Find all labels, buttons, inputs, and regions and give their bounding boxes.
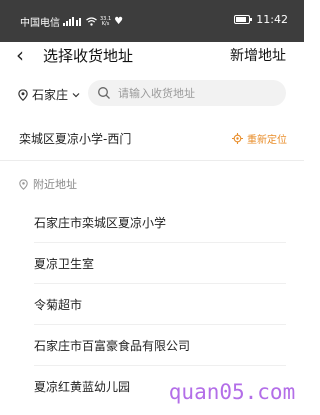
network-speed: 33.1 K/s [100, 16, 111, 27]
back-button[interactable]: ‹ [16, 44, 24, 66]
address-item-label: 石家庄市栾城区夏凉小学 [34, 215, 167, 230]
address-item[interactable]: 令菊超市 [34, 284, 286, 325]
address-item[interactable]: 夏凉卫生室 [34, 243, 286, 284]
location-pin-icon [18, 88, 28, 101]
search-input[interactable] [116, 85, 280, 101]
divider [0, 160, 304, 161]
battery-icon [234, 15, 253, 24]
address-item[interactable]: 石家庄市百富豪食品有限公司 [34, 325, 286, 366]
nav-header: ‹ 选择收货地址 新增地址 [0, 42, 304, 70]
address-item-label: 夏凉卫生室 [34, 256, 95, 271]
search-icon [98, 87, 110, 99]
watermark: quan05.com [160, 368, 304, 415]
clock-time: 11:42 [256, 13, 288, 26]
relocate-label: 重新定位 [247, 135, 287, 146]
address-item-label: 夏凉红黄蓝幼儿园 [34, 379, 131, 394]
nearby-heading: 附近地址 [19, 176, 77, 192]
battery-fill [236, 17, 246, 22]
current-location[interactable]: 栾城区夏凉小学-西门 [19, 130, 131, 147]
network-speed-unit: K/s [101, 20, 110, 27]
search-box[interactable] [88, 80, 286, 106]
signal-icon [63, 17, 81, 26]
heart-icon: ♥ [114, 16, 124, 27]
page: 中国电信 33.1 K/s ♥ 11:42 ‹ 选择收货地址 新增地址 石家庄 … [0, 0, 304, 415]
address-item[interactable]: 石家庄市栾城区夏凉小学 [34, 202, 286, 243]
locate-icon [232, 133, 243, 144]
status-left: 中国电信 33.1 K/s ♥ [20, 14, 123, 29]
new-address-button[interactable]: 新增地址 [230, 46, 286, 66]
carrier-label: 中国电信 [20, 18, 60, 29]
city-selector[interactable]: 石家庄 [18, 86, 80, 103]
nearby-heading-label: 附近地址 [33, 178, 77, 191]
status-right: 11:42 [234, 13, 288, 26]
address-item-label: 令菊超市 [34, 297, 83, 312]
address-item-label: 石家庄市百富豪食品有限公司 [34, 338, 191, 353]
wifi-icon [86, 17, 97, 26]
page-title: 选择收货地址 [43, 47, 134, 65]
city-name: 石家庄 [32, 88, 69, 102]
chevron-down-icon [72, 92, 80, 97]
relocate-button[interactable]: 重新定位 [232, 131, 287, 146]
location-pin-icon [19, 178, 28, 190]
status-bar: 中国电信 33.1 K/s ♥ 11:42 [0, 0, 304, 42]
